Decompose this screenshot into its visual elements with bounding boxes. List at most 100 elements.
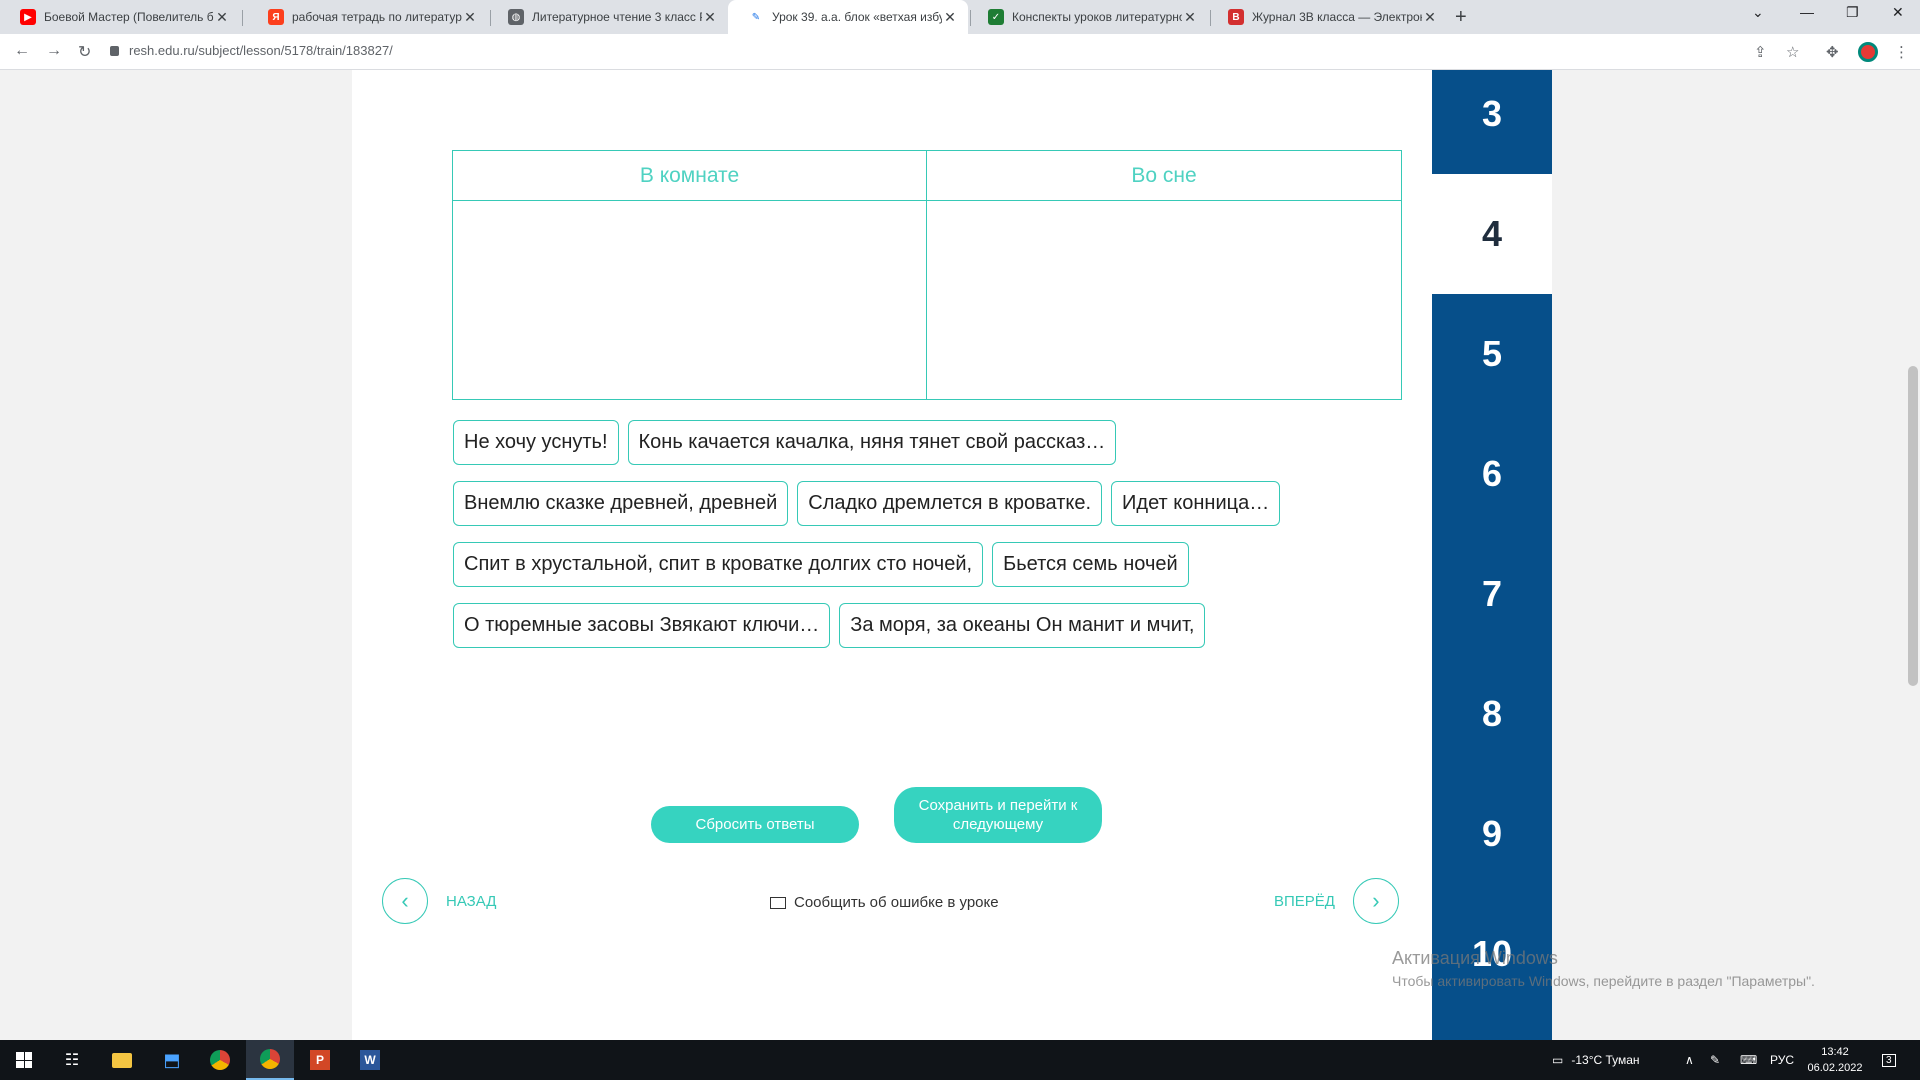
- tab-title: Урок 39. а.а. блок «ветхая избу: [772, 10, 942, 24]
- powerpoint-icon[interactable]: P: [296, 1040, 344, 1080]
- browser-tab[interactable]: ▶ Боевой Мастер (Повелитель бе ✕: [0, 0, 240, 34]
- task-number-6[interactable]: 6: [1432, 414, 1552, 534]
- chip-row: Спит в хрустальной, спит в кроватке долг…: [453, 542, 1413, 587]
- report-error-link[interactable]: Сообщить об ошибке в уроке: [770, 894, 999, 911]
- tab-close-icon[interactable]: ✕: [214, 9, 230, 26]
- chip-row: О тюремные засовы Звякают ключи… За моря,…: [453, 603, 1413, 648]
- journal-icon: B: [1228, 9, 1244, 25]
- file-explorer-icon[interactable]: [98, 1040, 146, 1080]
- answer-chip[interactable]: О тюремные засовы Звякают ключи…: [453, 603, 831, 648]
- task-number-5[interactable]: 5: [1432, 294, 1552, 414]
- save-next-button[interactable]: Сохранить и перейти к следующему: [894, 787, 1102, 843]
- browser-tab[interactable]: ✓ Конспекты уроков литературно ✕: [968, 0, 1208, 34]
- task-number-4[interactable]: 4: [1432, 174, 1552, 294]
- answer-chips: Не хочу уснуть! Конь качается качалка, ня…: [453, 420, 1413, 664]
- weather-tray[interactable]: ▭ -13°C Туман: [1552, 1040, 1640, 1080]
- back-nav[interactable]: ‹ НАЗАД: [382, 878, 496, 924]
- tab-close-icon[interactable]: ✕: [462, 9, 478, 26]
- notifications-icon[interactable]: 3: [1882, 1040, 1896, 1080]
- task-number-3[interactable]: 3: [1432, 54, 1552, 174]
- column-header-dream: Во сне: [927, 151, 1401, 201]
- answer-chip[interactable]: Бьется семь ночей: [992, 542, 1189, 587]
- profile-avatar[interactable]: [1858, 42, 1878, 62]
- tab-close-icon[interactable]: ✕: [1182, 9, 1198, 26]
- activation-title: Активация Windows: [1392, 948, 1558, 968]
- page-scrollbar[interactable]: [1904, 70, 1920, 1040]
- envelope-icon: [770, 896, 786, 909]
- windows-activation-watermark: Активация Windows Чтобы активировать Win…: [1392, 948, 1815, 989]
- browser-tabstrip: + ⌄ — ❐ ✕ ▶ Боевой Мастер (Повелитель бе ✕…: [0, 0, 1920, 34]
- reload-icon[interactable]: ↻: [78, 42, 91, 62]
- task-number-9[interactable]: 9: [1432, 774, 1552, 894]
- browser-tab[interactable]: ◍ Литературное чтение 3 класс Р ✕: [488, 0, 728, 34]
- tab-title: Конспекты уроков литературно: [1012, 10, 1182, 24]
- task-number-7[interactable]: 7: [1432, 534, 1552, 654]
- answer-chip[interactable]: За моря, за океаны Он манит и мчит,: [839, 603, 1206, 648]
- answer-chip[interactable]: Внемлю сказке древней, древней: [453, 481, 789, 526]
- answer-chip[interactable]: Сладко дремлется в кроватке.: [797, 481, 1103, 526]
- extensions-icon[interactable]: ✥: [1826, 43, 1839, 61]
- windows-logo-icon: [16, 1052, 32, 1068]
- minimize-button[interactable]: —: [1800, 4, 1814, 20]
- back-arrow-icon[interactable]: ←: [14, 42, 30, 60]
- answer-chip[interactable]: Не хочу уснуть!: [453, 420, 619, 465]
- tab-title: Журнал 3В класса — Электронн: [1252, 10, 1422, 24]
- globe-icon: ◍: [508, 9, 524, 25]
- browser-tab[interactable]: ✎ Урок 39. а.а. блок «ветхая избу ✕: [728, 0, 968, 34]
- report-label[interactable]: Сообщить об ошибке в уроке: [794, 894, 999, 911]
- tab-title: рабочая тетрадь по литератур: [292, 10, 462, 24]
- share-icon[interactable]: ⇪: [1754, 43, 1767, 61]
- language-indicator[interactable]: РУС: [1770, 1040, 1794, 1080]
- tab-title: Боевой Мастер (Повелитель бе: [44, 10, 214, 24]
- start-button[interactable]: [0, 1040, 48, 1080]
- resh-icon: ✎: [748, 9, 764, 25]
- forward-arrow-icon[interactable]: →: [46, 42, 62, 60]
- answer-chip[interactable]: Конь качается качалка, няня тянет свой р…: [627, 420, 1117, 465]
- forward-nav[interactable]: ВПЕРЁД ›: [1274, 878, 1399, 924]
- task-number-8[interactable]: 8: [1432, 654, 1552, 774]
- tab-title: Литературное чтение 3 класс Р: [532, 10, 702, 24]
- close-window-button[interactable]: ✕: [1892, 4, 1904, 21]
- bookmark-star-icon[interactable]: ☆: [1786, 43, 1799, 61]
- browser-tab[interactable]: Ярабочая тетрадь по литератур ✕: [248, 0, 488, 34]
- weather-text: -13°C Туман: [1571, 1053, 1640, 1067]
- clock[interactable]: 13:42 06.02.2022: [1800, 1044, 1870, 1076]
- drop-zone-dream[interactable]: [927, 201, 1401, 399]
- answer-chip[interactable]: Идет конница…: [1111, 481, 1281, 526]
- tab-close-icon[interactable]: ✕: [1422, 9, 1438, 26]
- clock-date: 06.02.2022: [1807, 1062, 1863, 1074]
- tab-separator: [242, 10, 243, 26]
- keyboard-icon[interactable]: ⌨: [1740, 1040, 1757, 1080]
- menu-kebab-icon[interactable]: ⋮: [1894, 43, 1909, 61]
- column-header-room: В комнате: [453, 151, 927, 201]
- forward-label[interactable]: ВПЕРЁД: [1274, 893, 1335, 910]
- tray-chevron-icon[interactable]: ∧: [1685, 1040, 1694, 1080]
- notifications-count: 3: [1882, 1053, 1896, 1067]
- store-icon[interactable]: ⬒: [148, 1040, 196, 1080]
- windows-taskbar: ☷ ⬒ P W ▭ -13°C Туман ∧ ✎ ⌨ РУС 13:42 06…: [0, 1040, 1920, 1080]
- page-viewport: В комнате Во сне Не хочу уснуть! Конь кач…: [0, 70, 1920, 1040]
- tab-search-icon[interactable]: ⌄: [1752, 4, 1764, 21]
- tab-close-icon[interactable]: ✕: [702, 9, 718, 26]
- chrome-active-icon[interactable]: [246, 1040, 294, 1080]
- chevron-right-icon[interactable]: ›: [1352, 878, 1399, 924]
- drop-zone-room[interactable]: [453, 201, 927, 399]
- browser-tab[interactable]: B Журнал 3В класса — Электронн ✕: [1208, 0, 1448, 34]
- restore-button[interactable]: ❐: [1846, 4, 1859, 21]
- drop-table: В комнате Во сне: [452, 150, 1402, 400]
- tab-close-icon[interactable]: ✕: [942, 9, 958, 26]
- chrome-icon[interactable]: [196, 1040, 244, 1080]
- scrollbar-thumb[interactable]: [1908, 366, 1918, 686]
- chevron-left-icon[interactable]: ‹: [382, 878, 428, 924]
- chip-row: Не хочу уснуть! Конь качается качалка, ня…: [453, 420, 1413, 465]
- new-tab-button[interactable]: +: [1455, 6, 1467, 29]
- reset-answers-button[interactable]: Сбросить ответы: [651, 806, 859, 843]
- task-view-icon[interactable]: ☷: [48, 1040, 96, 1080]
- back-label[interactable]: НАЗАД: [446, 893, 496, 910]
- activation-subtitle: Чтобы активировать Windows, перейдите в …: [1392, 973, 1815, 989]
- answer-chip[interactable]: Спит в хрустальной, спит в кроватке долг…: [453, 542, 984, 587]
- word-icon[interactable]: W: [346, 1040, 394, 1080]
- pen-icon[interactable]: ✎: [1710, 1040, 1720, 1080]
- url-field[interactable]: resh.edu.ru/subject/lesson/5178/train/18…: [110, 43, 393, 58]
- yandex-icon: Я: [268, 9, 284, 25]
